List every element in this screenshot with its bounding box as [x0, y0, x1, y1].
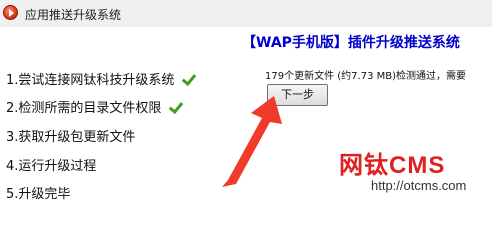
step-label: 2.检测所需的目录文件权限: [6, 101, 162, 116]
step-item: 4.运行升级过程: [6, 155, 236, 174]
window-title: 应用推送升级系统: [25, 8, 122, 22]
status-message: 179个更新文件 (约7.73 MB)检测通过，需要: [265, 71, 467, 82]
checkmark-icon: [171, 101, 185, 111]
step-item: 3.获取升级包更新文件: [6, 126, 236, 145]
step-label: 1.尝试连接网钛科技升级系统: [6, 73, 175, 88]
watermark-logo: 网钛CMS: [339, 152, 446, 179]
step-label: 5.升级完毕: [6, 187, 71, 202]
step-label: 4.运行升级过程: [6, 159, 97, 174]
step-item: 5.升级完毕: [6, 183, 236, 202]
product-title: 【WAP手机版】插件升级推送系统: [242, 35, 460, 51]
app-logo-icon: [3, 5, 18, 20]
next-step-button[interactable]: 下一步: [267, 84, 328, 106]
title-bar: 应用推送升级系统: [0, 0, 492, 27]
watermark-url: http://otcms.com: [371, 178, 467, 193]
step-item: 1.尝试连接网钛科技升级系统: [6, 69, 236, 88]
step-item: 2.检测所需的目录文件权限: [6, 97, 236, 116]
step-label: 3.获取升级包更新文件: [6, 130, 136, 145]
checkmark-icon: [184, 73, 198, 83]
